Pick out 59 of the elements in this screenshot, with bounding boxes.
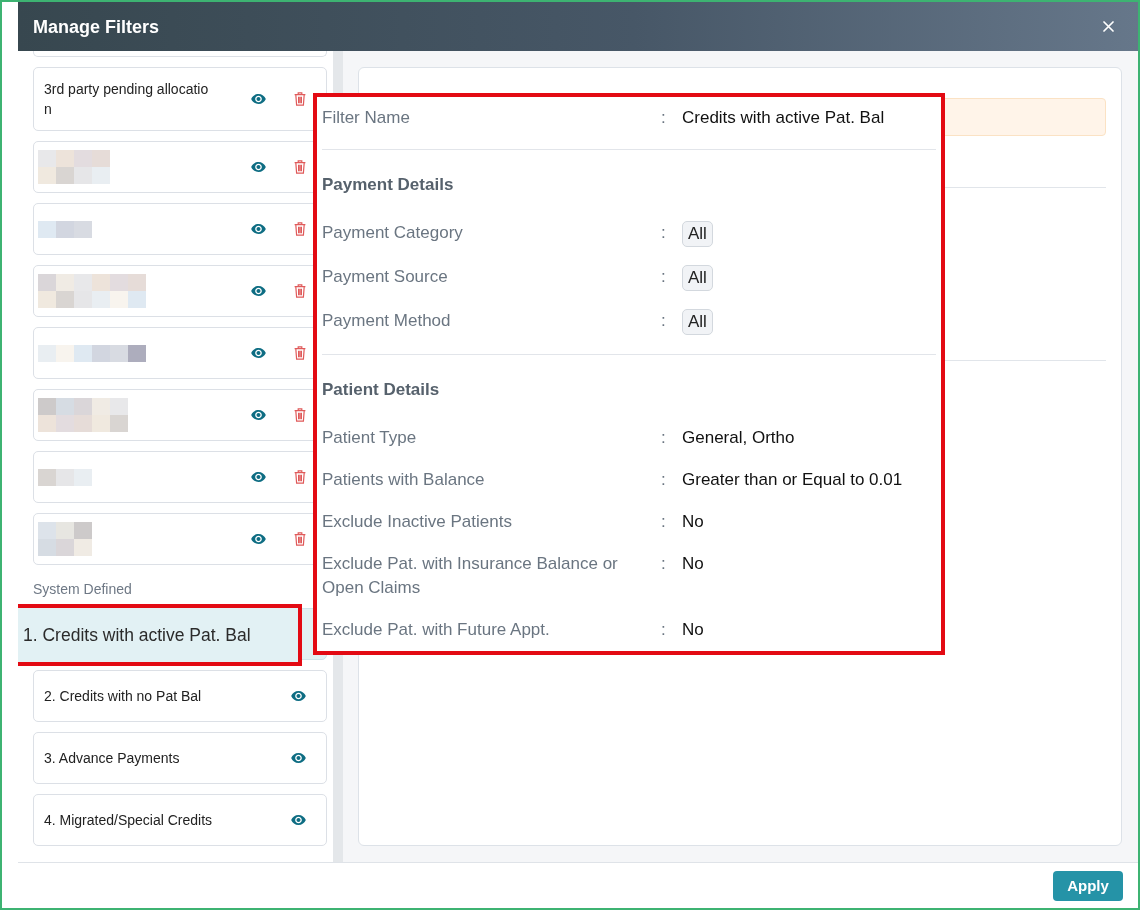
colon-separator: : — [660, 266, 667, 288]
colon-separator: : — [660, 222, 667, 244]
filter-item[interactable]: 3. Advance Payments — [33, 732, 327, 784]
dialog-title: Manage Filters — [33, 15, 160, 39]
pixelated-text-drawing — [38, 150, 110, 184]
section-heading: Payment Details — [322, 174, 455, 196]
colon-separator: : — [660, 310, 667, 332]
pixelated-text-drawing — [38, 522, 92, 556]
value-chip: All — [682, 265, 713, 291]
eye-icon[interactable] — [251, 162, 266, 172]
value-chip: All — [682, 309, 713, 335]
field-label: Patient Type — [322, 427, 418, 449]
close-icon[interactable] — [1103, 21, 1114, 32]
apply-button[interactable]: Apply — [1053, 870, 1123, 901]
filter-item[interactable]: 1. Credits with active Pat. Bal — [18, 604, 302, 666]
eye-icon[interactable] — [251, 286, 266, 296]
eye-icon[interactable] — [251, 94, 266, 104]
value-chip: All — [682, 221, 713, 247]
field-label: Exclude Pat. with Future Appt. — [322, 619, 551, 641]
field-label: Payment Method — [322, 310, 452, 332]
eye-icon[interactable] — [291, 753, 306, 763]
pixelated-text-drawing — [38, 468, 92, 486]
eye-icon[interactable] — [251, 472, 266, 482]
trash-icon[interactable] — [294, 532, 306, 546]
colon-separator: : — [660, 619, 667, 641]
trash-icon[interactable] — [294, 284, 306, 298]
eye-icon[interactable] — [291, 815, 306, 825]
trash-icon[interactable] — [294, 408, 306, 422]
eye-icon[interactable] — [251, 224, 266, 234]
eye-icon[interactable] — [251, 534, 266, 544]
pixelated-text-drawing — [38, 220, 92, 238]
trash-icon[interactable] — [294, 222, 306, 236]
field-value: Credits with active Pat. Bal — [682, 107, 885, 129]
field-value: General, Ortho — [682, 427, 795, 449]
field-value: No — [682, 619, 704, 641]
eye-icon[interactable] — [291, 691, 306, 701]
colon-separator: : — [660, 553, 667, 575]
trash-icon[interactable] — [294, 346, 306, 360]
colon-separator: : — [660, 511, 667, 533]
filter-item[interactable]: 4. Migrated/Special Credits — [33, 794, 327, 846]
colon-separator: : — [660, 107, 667, 129]
filter-item[interactable]: 2. Credits with no Pat Bal — [33, 670, 327, 722]
field-label: Payment Category — [322, 222, 464, 244]
eye-icon[interactable] — [251, 410, 266, 420]
trash-icon[interactable] — [294, 92, 306, 106]
field-label: Exclude Pat. with Insurance Balance or Open Claims — [322, 553, 619, 599]
field-value: No — [682, 511, 704, 533]
colon-separator: : — [660, 469, 667, 491]
field-label: Payment Source — [322, 266, 449, 288]
eye-icon[interactable] — [251, 348, 266, 358]
field-label: Patients with Balance — [322, 469, 486, 491]
trash-icon[interactable] — [294, 470, 306, 484]
section-label: System Defined — [33, 580, 133, 598]
field-value: No — [682, 553, 704, 575]
colon-separator: : — [660, 427, 667, 449]
field-value: Greater than or Equal to 0.01 — [682, 469, 903, 491]
section-heading: Patient Details — [322, 379, 441, 401]
field-label: Exclude Inactive Patients — [322, 511, 513, 533]
trash-icon[interactable] — [294, 160, 306, 174]
